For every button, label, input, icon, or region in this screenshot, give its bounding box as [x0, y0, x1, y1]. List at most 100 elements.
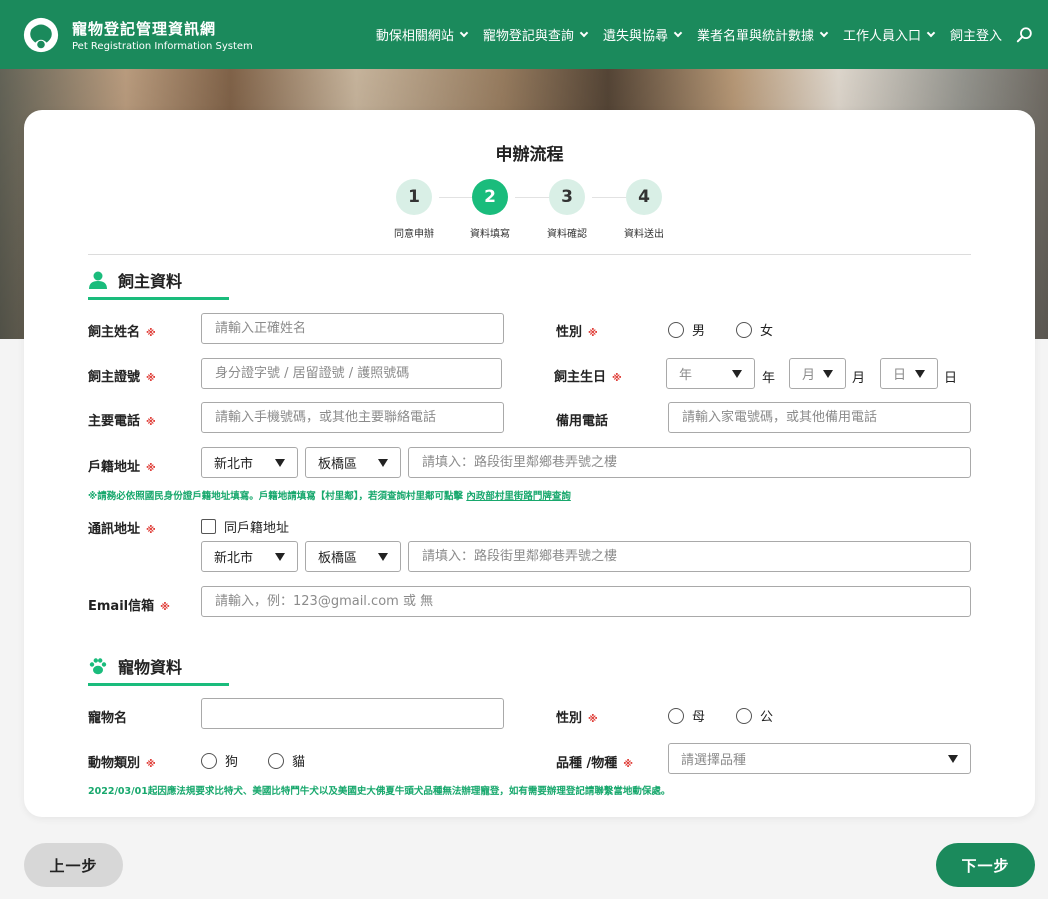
section-title-text: 飼主資料 [118, 272, 183, 291]
radio-label: 母 [692, 710, 706, 725]
checkbox-box [201, 519, 216, 534]
nav-vendors-statistics[interactable]: 業者名單與統計數據 [697, 25, 829, 44]
birth-year-select[interactable]: 年 [666, 358, 755, 389]
pet-gender-label: 性別 ※ [556, 707, 598, 726]
label-text: 動物類別 [88, 756, 141, 771]
step-number: 3 [549, 179, 585, 215]
birth-day-select[interactable]: 日 [880, 358, 938, 389]
nav-label: 動保相關網站 [375, 29, 454, 44]
owner-name-label: 飼主姓名 ※ [88, 321, 156, 340]
mailing-district-select[interactable]: 板橋區 [305, 541, 401, 572]
owner-name-input[interactable] [201, 313, 504, 344]
same-as-household-checkbox[interactable]: 同戶籍地址 [201, 517, 289, 536]
caret-down-icon [732, 369, 742, 378]
owner-gender-male-radio[interactable]: 男 [668, 320, 705, 339]
nav-lost-and-found[interactable]: 遺失與協尋 [602, 25, 683, 44]
required-mark: ※ [146, 328, 156, 339]
nav-pet-registration-query[interactable]: 寵物登記與查詢 [482, 25, 589, 44]
label-text: 備用電話 [556, 414, 609, 429]
select-value: 日 [893, 368, 907, 383]
radio-circle [736, 707, 752, 724]
step-2-active: 2 資料填寫 [455, 179, 525, 240]
site-logo[interactable]: 寵物登記管理資訊網 Pet Registration Information S… [22, 16, 253, 54]
household-street-input[interactable] [408, 447, 971, 478]
required-mark: ※ [146, 417, 156, 428]
household-address-label: 戶籍地址 ※ [88, 456, 156, 475]
label-text: 寵物名 [88, 711, 128, 726]
step-label: 資料送出 [624, 229, 664, 240]
breed-select[interactable]: 請選擇品種 [668, 743, 971, 774]
owner-phone-input[interactable] [201, 402, 504, 433]
label-text: 戶籍地址 [88, 460, 141, 475]
pet-section-title: 寵物資料 [88, 654, 182, 678]
required-mark: ※ [146, 463, 156, 474]
pet-logo-icon [23, 17, 59, 52]
section-title-text: 寵物資料 [118, 658, 183, 677]
nav-label: 遺失與協尋 [602, 29, 668, 44]
day-unit: 日 [944, 371, 958, 386]
nav-staff-portal[interactable]: 工作人員入口 [843, 25, 936, 44]
chevron-down-icon [926, 28, 936, 37]
owner-alt-phone-input[interactable] [668, 402, 971, 433]
mailing-city-select[interactable]: 新北市 [201, 541, 298, 572]
email-input[interactable] [201, 586, 971, 617]
label-text: 飼主證號 [88, 370, 141, 385]
household-city-select[interactable]: 新北市 [201, 447, 298, 478]
nav-label: 飼主登入 [949, 29, 1002, 44]
search-icon[interactable] [1016, 26, 1034, 44]
species-cat-radio[interactable]: 貓 [268, 751, 305, 770]
step-label: 同意申辦 [394, 229, 434, 240]
chevron-down-icon [459, 28, 469, 37]
pet-name-label: 寵物名 [88, 707, 127, 726]
top-navbar: 寵物登記管理資訊網 Pet Registration Information S… [0, 0, 1048, 69]
birth-month-select[interactable]: 月 [789, 358, 846, 389]
chevron-down-icon [673, 28, 683, 37]
step-number: 4 [626, 179, 662, 215]
nav-owner-login[interactable]: 飼主登入 [950, 25, 1002, 44]
step-3: 3 資料確認 [532, 179, 602, 240]
owner-id-input[interactable] [201, 358, 502, 389]
required-mark: ※ [146, 759, 156, 770]
label-text: 主要電話 [88, 414, 141, 429]
email-label: Email信箱 ※ [88, 595, 170, 614]
village-lookup-link[interactable]: 內政部村里街路門牌查詢 [466, 491, 571, 502]
step-number: 1 [396, 179, 432, 215]
caret-down-icon [948, 754, 958, 763]
mailing-street-input[interactable] [408, 541, 971, 572]
radio-circle [736, 321, 752, 338]
previous-step-button[interactable]: 上一步 [24, 843, 123, 887]
site-title-zh: 寵物登記管理資訊網 [72, 19, 217, 38]
pet-name-input[interactable] [201, 698, 504, 729]
radio-label: 公 [760, 710, 774, 725]
radio-label: 女 [760, 324, 774, 339]
select-value: 新北市 [214, 551, 254, 566]
owner-gender-label: 性別 ※ [556, 321, 598, 340]
label-text: 品種 /物種 [556, 756, 618, 771]
label-text: Email信箱 [88, 599, 155, 614]
label-text: 飼主生日 [554, 370, 607, 385]
species-label: 動物類別 ※ [88, 752, 156, 771]
breed-restriction-note: 2022/03/01起因應法規要求比特犬、美國比特鬥牛犬以及美國史大佛夏牛頭犬品… [88, 786, 671, 797]
radio-circle [668, 321, 684, 338]
required-mark: ※ [588, 328, 598, 339]
label-text: 通訊地址 [88, 522, 141, 537]
caret-down-icon [915, 369, 925, 378]
step-number: 2 [472, 179, 508, 215]
radio-label: 狗 [225, 755, 239, 770]
owner-id-label: 飼主證號 ※ [88, 366, 156, 385]
radio-label: 貓 [292, 755, 306, 770]
pet-gender-male-radio[interactable]: 公 [736, 706, 773, 725]
nav-label: 寵物登記與查詢 [482, 29, 574, 44]
label-text: 性別 [556, 711, 583, 726]
owner-gender-female-radio[interactable]: 女 [736, 320, 773, 339]
nav-animal-protection-sites[interactable]: 動保相關網站 [375, 25, 469, 44]
select-value: 新北市 [214, 457, 254, 472]
species-dog-radio[interactable]: 狗 [201, 751, 238, 770]
select-value: 請選擇品種 [681, 753, 747, 768]
pet-gender-female-radio[interactable]: 母 [668, 706, 705, 725]
next-step-button[interactable]: 下一步 [936, 843, 1035, 887]
radio-circle [268, 752, 284, 769]
step-label: 資料填寫 [470, 229, 510, 240]
chevron-down-icon [819, 28, 829, 37]
household-district-select[interactable]: 板橋區 [305, 447, 401, 478]
